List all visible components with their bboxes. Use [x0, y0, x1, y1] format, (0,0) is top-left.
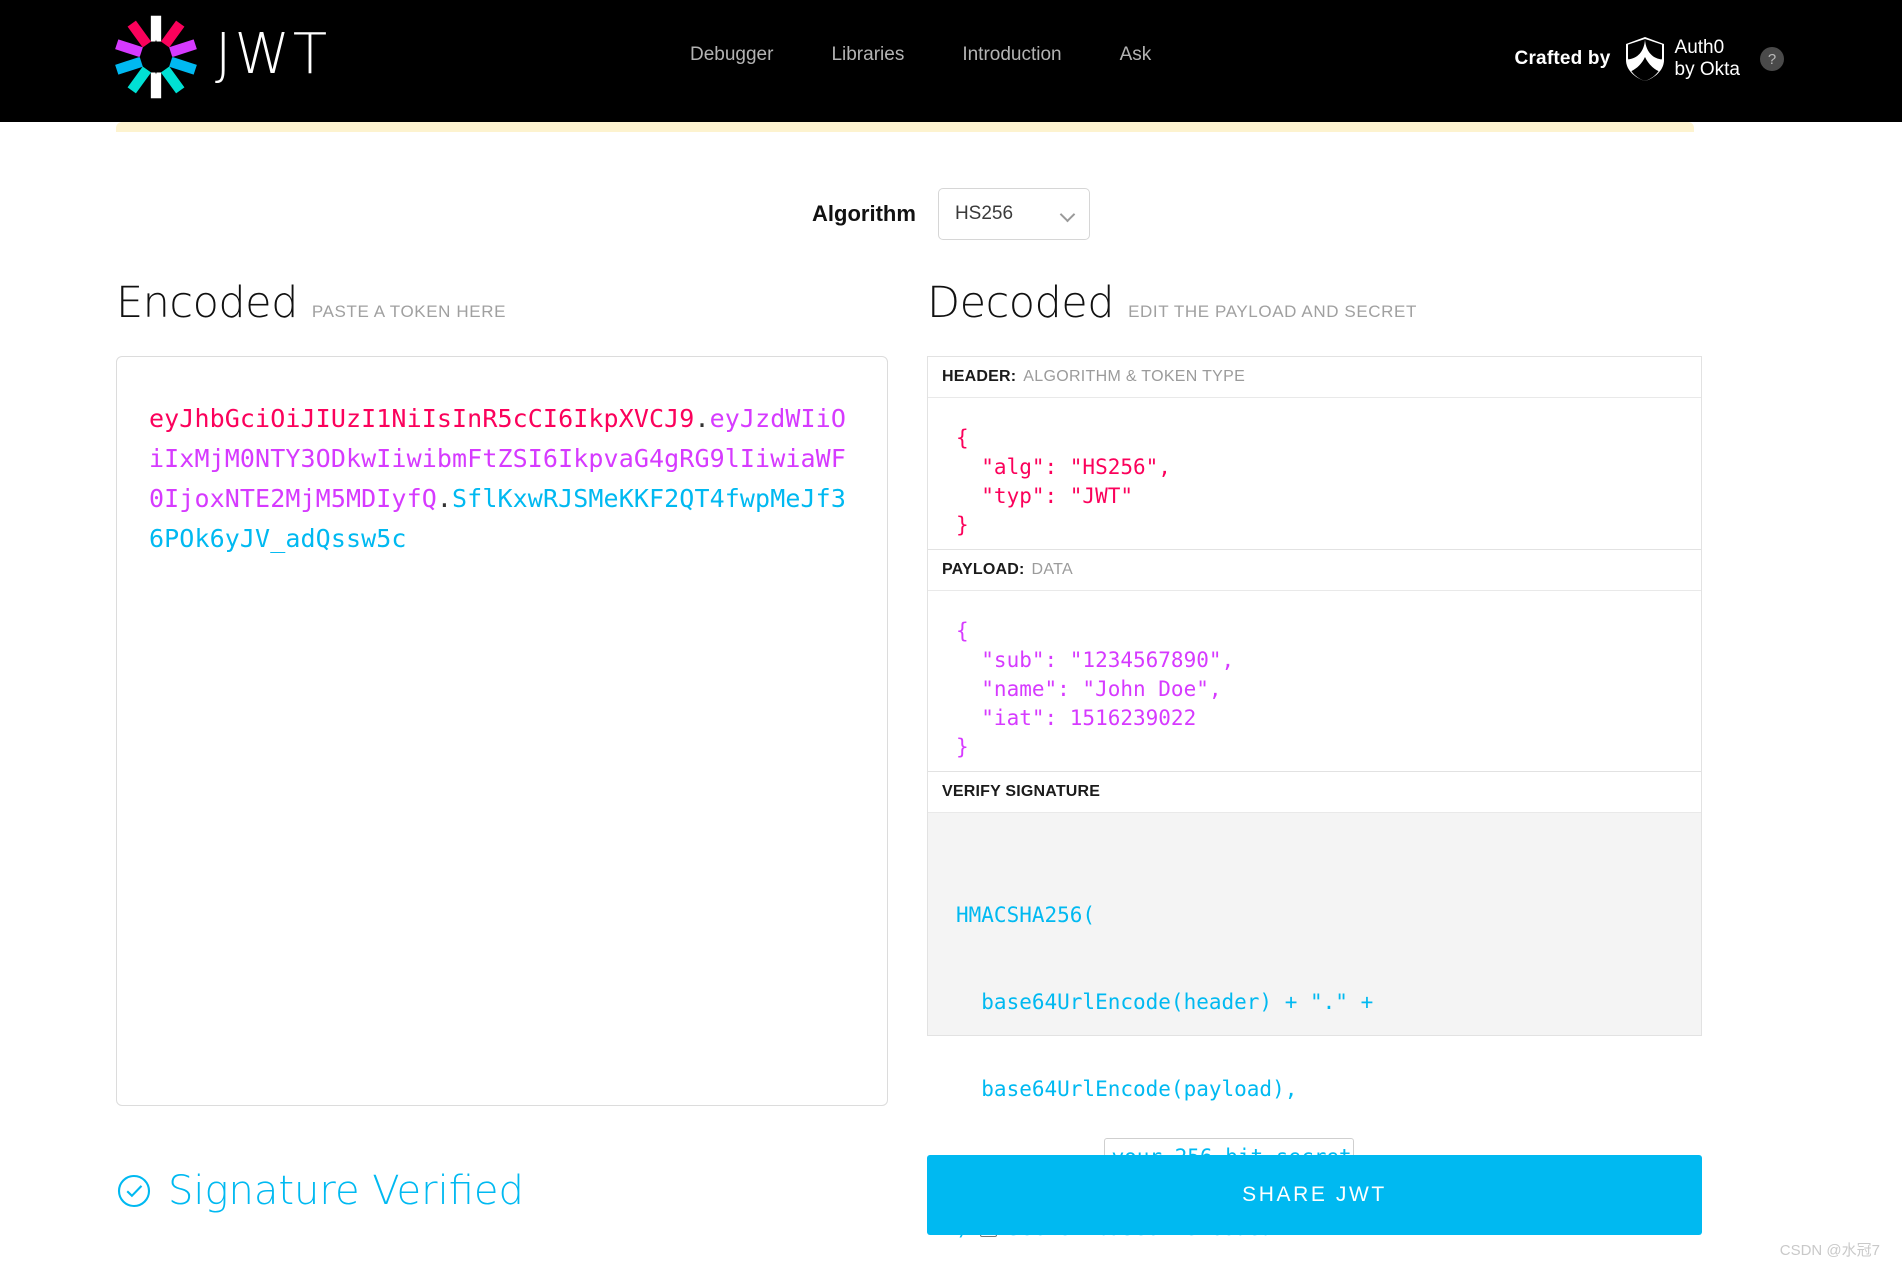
nav-item-debugger[interactable]: Debugger [690, 44, 773, 66]
auth0-name: Auth0 [1675, 37, 1740, 59]
signature-status-text: Signature Verified [168, 1168, 524, 1214]
primary-nav: Debugger Libraries Introduction Ask [690, 44, 1151, 66]
check-circle-icon [116, 1173, 152, 1209]
signature-panel-label: VERIFY SIGNATURE [928, 772, 1701, 812]
watermark: CSDN @水冠7 [1780, 1239, 1880, 1260]
chevron-down-icon [1061, 207, 1075, 221]
payload-panel-label: PAYLOAD: DATA [928, 550, 1701, 590]
encoded-title: Encoded [116, 278, 298, 328]
token-header-segment: eyJhbGciOiJIUzI1NiIsInR5cCI6IkpXVCJ9 [149, 404, 694, 433]
header-json-editor[interactable]: { "alg": "HS256", "typ": "JWT" } [928, 397, 1701, 549]
encoded-subtitle: PASTE A TOKEN HERE [312, 302, 506, 322]
notice-banner [116, 122, 1694, 132]
signature-line-2: base64UrlEncode(header) + "." + [956, 988, 1701, 1017]
algorithm-row: Algorithm HS256 [0, 188, 1902, 240]
payload-panel-label-strong: PAYLOAD: [942, 561, 1025, 579]
algorithm-label: Algorithm [812, 201, 916, 227]
header-panel-label-strong: HEADER: [942, 368, 1016, 386]
share-jwt-button[interactable]: SHARE JWT [927, 1155, 1702, 1235]
brand-logo[interactable]: JWT [113, 14, 330, 100]
decoded-panels: HEADER: ALGORITHM & TOKEN TYPE { "alg": … [927, 356, 1702, 1036]
signature-status-block: Signature Verified [116, 1168, 524, 1214]
signature-panel-label-strong: VERIFY SIGNATURE [942, 783, 1100, 801]
encoded-token-input[interactable]: eyJhbGciOiJIUzI1NiIsInR5cCI6IkpXVCJ9.eyJ… [116, 356, 888, 1106]
nav-item-ask[interactable]: Ask [1120, 44, 1152, 66]
header-panel-label-muted: ALGORITHM & TOKEN TYPE [1023, 368, 1245, 386]
token-separator-1: . [694, 404, 709, 433]
header-panel: HEADER: ALGORITHM & TOKEN TYPE { "alg": … [928, 357, 1701, 549]
signature-formula: HMACSHA256( base64UrlEncode(header) + ".… [928, 812, 1701, 1035]
decoded-subtitle: EDIT THE PAYLOAD AND SECRET [1128, 302, 1417, 322]
payload-json-editor[interactable]: { "sub": "1234567890", "name": "John Doe… [928, 590, 1701, 771]
token-separator-2: . [437, 484, 452, 513]
algorithm-select[interactable]: HS256 [938, 188, 1090, 240]
signature-panel: VERIFY SIGNATURE HMACSHA256( base64UrlEn… [928, 771, 1701, 1035]
payload-panel-label-muted: DATA [1032, 561, 1074, 579]
auth0-shield-icon [1625, 36, 1665, 82]
encoded-heading: Encoded PASTE A TOKEN HERE [116, 278, 888, 334]
jwt-logo-icon [113, 14, 199, 100]
help-icon[interactable]: ? [1760, 47, 1784, 71]
decoded-column: Decoded EDIT THE PAYLOAD AND SECRET HEAD… [927, 278, 1702, 1036]
logo-wordmark: JWT [215, 27, 330, 87]
site-header: JWT Debugger Libraries Introduction Ask … [0, 0, 1902, 122]
jwt-debugger-page: JWT Debugger Libraries Introduction Ask … [0, 0, 1902, 1269]
payload-panel: PAYLOAD: DATA { "sub": "1234567890", "na… [928, 549, 1701, 771]
algorithm-selected-value: HS256 [955, 203, 1013, 225]
signature-line-1: HMACSHA256( [956, 901, 1701, 930]
nav-item-introduction[interactable]: Introduction [962, 44, 1061, 66]
encoded-column: Encoded PASTE A TOKEN HERE eyJhbGciOiJIU… [116, 278, 888, 1106]
nav-item-libraries[interactable]: Libraries [831, 44, 904, 66]
auth0-logo[interactable]: Auth0 by Okta [1625, 36, 1740, 82]
auth0-byokta: by Okta [1675, 59, 1740, 81]
decoded-heading: Decoded EDIT THE PAYLOAD AND SECRET [927, 278, 1702, 334]
crafted-by-label: Crafted by [1515, 48, 1611, 70]
decoded-title: Decoded [927, 278, 1114, 328]
encoded-token-text: eyJhbGciOiJIUzI1NiIsInR5cCI6IkpXVCJ9.eyJ… [149, 399, 855, 559]
auth0-wordmark: Auth0 by Okta [1675, 37, 1740, 81]
header-panel-label: HEADER: ALGORITHM & TOKEN TYPE [928, 357, 1701, 397]
crafted-by-block: Crafted by Auth0 by Okta ? [1515, 36, 1784, 82]
signature-line-3: base64UrlEncode(payload), [956, 1075, 1701, 1104]
